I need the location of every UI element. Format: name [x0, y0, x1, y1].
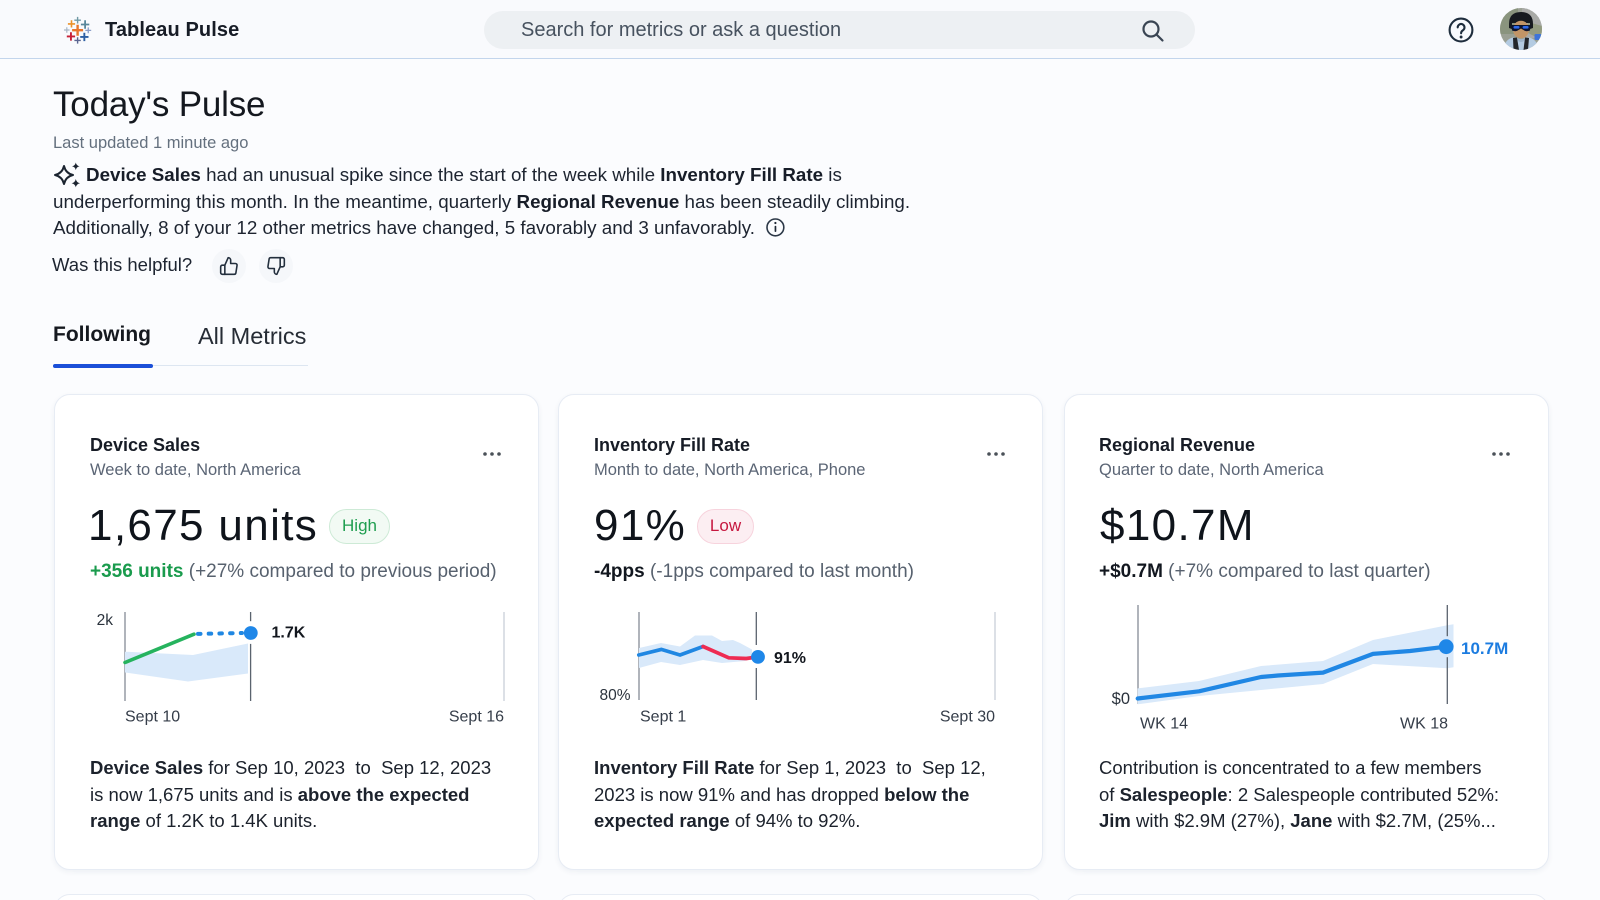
svg-text:Sept 1: Sept 1 — [640, 709, 686, 726]
svg-text:WK 14: WK 14 — [1140, 716, 1188, 733]
svg-text:$0: $0 — [1112, 690, 1130, 708]
svg-text:Sept 30: Sept 30 — [940, 709, 995, 726]
svg-text:2k: 2k — [97, 612, 114, 629]
svg-text:91%: 91% — [774, 650, 806, 667]
svg-text:WK 18: WK 18 — [1400, 716, 1448, 733]
svg-text:Sept 10: Sept 10 — [125, 709, 180, 726]
svg-text:80%: 80% — [599, 687, 630, 704]
svg-text:Sept 16: Sept 16 — [449, 709, 504, 726]
svg-text:10.7M: 10.7M — [1461, 639, 1508, 658]
svg-text:1.7K: 1.7K — [272, 625, 306, 642]
